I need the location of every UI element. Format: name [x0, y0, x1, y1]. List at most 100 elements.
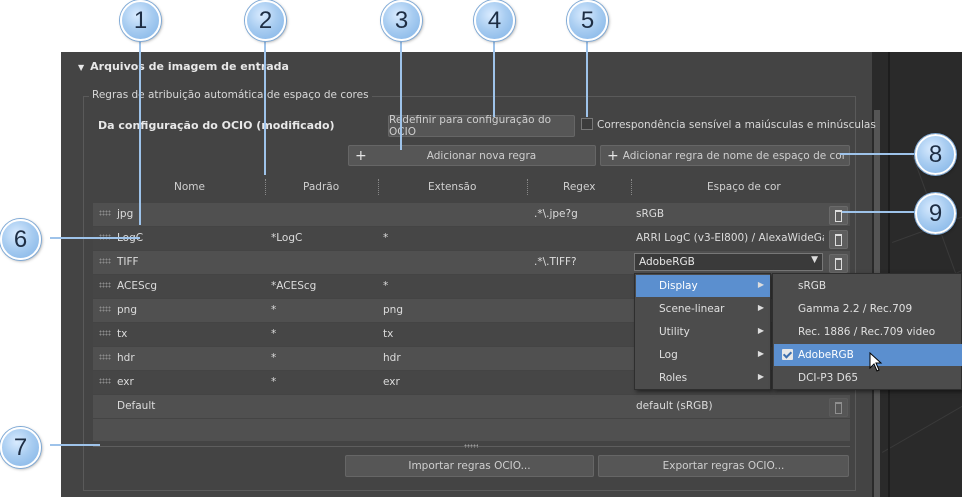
plus-icon: +: [607, 147, 619, 164]
column-header-extension[interactable]: Extensão: [428, 181, 476, 193]
rule-regex[interactable]: .*\.TIFF?: [534, 256, 577, 268]
callout-3: 3: [381, 0, 422, 41]
callout-9: 9: [915, 193, 956, 234]
delete-rule-icon[interactable]: [829, 206, 848, 225]
rule-extension[interactable]: hdr: [383, 352, 401, 364]
drag-handle-icon[interactable]: [99, 282, 111, 288]
callout-leader: [50, 444, 100, 446]
menu-item-gamma22[interactable]: Gamma 2.2 / Rec.709: [774, 298, 962, 320]
rule-colorspace[interactable]: default (sRGB): [636, 400, 713, 412]
table-row[interactable]: Default default (sRGB): [93, 395, 850, 418]
menu-item-roles[interactable]: Roles ▶: [636, 367, 770, 389]
rule-colorspace[interactable]: sRGB: [636, 208, 664, 220]
submenu-arrow-icon: ▶: [757, 303, 764, 312]
rule-extension[interactable]: *: [383, 232, 388, 244]
rule-name[interactable]: tx: [117, 328, 127, 340]
column-header-regex[interactable]: Regex: [563, 181, 595, 193]
add-rule-button[interactable]: + Adicionar nova regra: [348, 145, 596, 166]
drag-handle-icon[interactable]: [99, 330, 111, 336]
import-ocio-rules-button[interactable]: Importar regras OCIO...: [345, 455, 594, 477]
rule-pattern[interactable]: *: [271, 328, 276, 340]
rule-extension[interactable]: exr: [383, 376, 400, 388]
rule-extension[interactable]: *: [383, 280, 388, 292]
callout-4: 4: [474, 0, 515, 41]
column-header-name[interactable]: Nome: [174, 181, 205, 193]
menu-item-scene-linear[interactable]: Scene-linear ▶: [636, 298, 770, 320]
reset-to-ocio-button[interactable]: Redefinir para configuração do OCIO: [388, 114, 575, 138]
add-colorspace-rule-label: Adicionar regra de nome de espaço de cor: [622, 149, 847, 162]
rule-name[interactable]: hdr: [117, 352, 135, 364]
column-header-colorspace[interactable]: Espaço de cor: [707, 181, 781, 193]
splitter-grip-icon[interactable]: [464, 444, 478, 448]
menu-item-dci-p3[interactable]: DCI-P3 D65: [774, 367, 962, 389]
drag-handle-icon[interactable]: [99, 378, 111, 384]
case-sensitive-checkbox[interactable]: [581, 118, 593, 130]
column-separator[interactable]: [378, 179, 380, 195]
section-title: Arquivos de imagem de entrada: [90, 60, 289, 73]
callout-leader: [264, 35, 266, 175]
rule-name[interactable]: png: [117, 304, 137, 316]
rule-name[interactable]: exr: [117, 376, 134, 388]
rule-regex[interactable]: .*\.jpe?g: [534, 208, 578, 220]
submenu-arrow-icon: ▶: [757, 326, 764, 335]
rule-name[interactable]: jpg: [117, 208, 133, 220]
table-row[interactable]: LogC *LogC * ARRI LogC (v3-EI800) / Alex…: [93, 227, 850, 250]
menu-item-log[interactable]: Log ▶: [636, 344, 770, 366]
submenu-arrow-icon: ▶: [757, 372, 764, 381]
drag-handle-icon[interactable]: [99, 210, 111, 216]
add-colorspace-rule-button[interactable]: + Adicionar regra de nome de espaço de c…: [600, 145, 850, 166]
callout-leader: [493, 35, 495, 117]
rule-name[interactable]: TIFF: [117, 256, 139, 268]
column-separator[interactable]: [527, 179, 529, 195]
callout-2: 2: [245, 0, 286, 41]
drag-handle-icon[interactable]: [99, 306, 111, 312]
export-ocio-rules-button[interactable]: Exportar regras OCIO...: [598, 455, 849, 477]
submenu-arrow-icon: ▶: [757, 280, 764, 289]
callout-leader: [840, 153, 920, 155]
drag-handle-icon[interactable]: [99, 354, 111, 360]
rule-pattern[interactable]: *LogC: [271, 232, 302, 244]
callout-7: 7: [0, 427, 41, 468]
column-separator[interactable]: [265, 179, 267, 195]
rule-pattern[interactable]: *: [271, 376, 276, 388]
delete-rule-icon[interactable]: [829, 230, 848, 249]
rule-extension[interactable]: png: [383, 304, 403, 316]
rule-pattern[interactable]: *: [271, 352, 276, 364]
delete-rule-icon[interactable]: [829, 254, 848, 273]
check-icon: [782, 349, 793, 360]
callout-6: 6: [0, 219, 41, 260]
callout-1: 1: [120, 0, 161, 41]
callout-leader: [50, 237, 140, 239]
display-colorspace-submenu: sRGB Gamma 2.2 / Rec.709 Rec. 1886 / Rec…: [772, 273, 962, 390]
section-header[interactable]: ▼ Arquivos de imagem de entrada: [78, 60, 289, 73]
rule-name[interactable]: ACEScg: [117, 280, 157, 292]
table-row[interactable]: jpg .*\.jpe?g sRGB: [93, 203, 850, 226]
rule-extension[interactable]: tx: [383, 328, 393, 340]
rule-pattern[interactable]: *ACEScg: [271, 280, 316, 292]
rule-name: Default: [117, 400, 156, 412]
column-header-pattern[interactable]: Padrão: [303, 181, 339, 193]
mouse-cursor-icon: [869, 352, 883, 372]
menu-item-adobergb[interactable]: AdobeRGB: [774, 344, 962, 366]
collapse-arrow-icon[interactable]: ▼: [78, 63, 84, 72]
callout-8: 8: [915, 134, 956, 175]
colorspace-dropdown-value: AdobeRGB: [639, 256, 695, 268]
callout-leader: [842, 211, 920, 213]
config-source-label: Da configuração do OCIO (modificado): [98, 119, 335, 132]
callout-leader: [139, 35, 141, 225]
case-sensitive-label: Correspondência sensível a maiúsculas e …: [597, 119, 876, 131]
rule-pattern[interactable]: *: [271, 304, 276, 316]
add-rule-label: Adicionar nova regra: [426, 149, 537, 162]
group-title: Regras de atribuição automática de espaç…: [89, 89, 372, 101]
callout-leader: [586, 35, 588, 117]
drag-handle-icon[interactable]: [99, 258, 111, 264]
menu-item-utility[interactable]: Utility ▶: [636, 321, 770, 343]
rule-colorspace[interactable]: ARRI LogC (v3-EI800) / AlexaWideGam: [636, 232, 824, 244]
menu-item-srgb[interactable]: sRGB: [774, 275, 962, 297]
column-separator[interactable]: [631, 179, 633, 195]
menu-item-rec1886[interactable]: Rec. 1886 / Rec.709 video: [774, 321, 962, 343]
callout-leader: [400, 35, 402, 150]
menu-item-display[interactable]: Display ▶: [636, 275, 770, 297]
colorspace-dropdown[interactable]: AdobeRGB ▼: [634, 253, 823, 271]
chevron-down-icon: ▼: [811, 255, 818, 265]
